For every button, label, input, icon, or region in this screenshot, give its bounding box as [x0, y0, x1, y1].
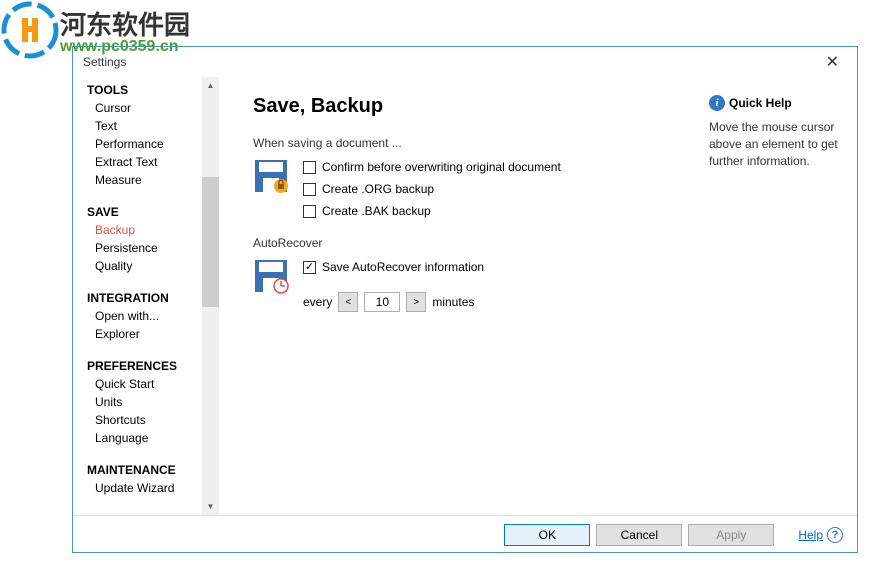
help-icon[interactable]: ? [827, 527, 843, 543]
nav-item-language[interactable]: Language [87, 429, 219, 447]
panel-title: Save, Backup [253, 95, 709, 118]
nav-heading-preferences: PREFERENCES [87, 357, 219, 375]
scroll-up-arrow[interactable]: ▲ [202, 77, 219, 94]
title-bar: Settings ✕ [73, 47, 857, 77]
every-label: every [303, 295, 332, 309]
save-autorecover-checkbox[interactable] [303, 261, 316, 274]
autorecover-section-label: AutoRecover [253, 236, 709, 250]
create-org-label: Create .ORG backup [322, 182, 434, 196]
quick-help-title: Quick Help [729, 96, 792, 110]
nav-item-units[interactable]: Units [87, 393, 219, 411]
apply-button[interactable]: Apply [688, 524, 774, 546]
settings-sidebar: TOOLS Cursor Text Performance Extract Te… [73, 77, 219, 515]
nav-item-update-wizard[interactable]: Update Wizard [87, 479, 219, 497]
settings-dialog: Settings ✕ TOOLS Cursor Text Performance… [72, 46, 858, 553]
nav-item-backup[interactable]: Backup [87, 221, 219, 239]
confirm-overwrite-label: Confirm before overwriting original docu… [322, 160, 561, 174]
info-icon: i [709, 95, 725, 111]
floppy-clock-icon [253, 258, 289, 294]
scroll-down-arrow[interactable]: ▼ [202, 498, 219, 515]
button-bar: OK Cancel Apply Help ? [73, 515, 857, 553]
quick-help-text: Move the mouse cursor above an element t… [709, 119, 843, 169]
scroll-thumb[interactable] [202, 177, 219, 307]
nav-heading-integration: INTEGRATION [87, 289, 219, 307]
nav-item-explorer[interactable]: Explorer [87, 325, 219, 343]
confirm-overwrite-checkbox[interactable] [303, 161, 316, 174]
dialog-title: Settings [83, 55, 126, 69]
watermark-url: www.pc0359.cn [60, 38, 179, 56]
nav-item-shortcuts[interactable]: Shortcuts [87, 411, 219, 429]
nav-item-text[interactable]: Text [87, 117, 219, 135]
nav-heading-maintenance: MAINTENANCE [87, 461, 219, 479]
ok-button[interactable]: OK [504, 524, 590, 546]
nav-item-cursor[interactable]: Cursor [87, 99, 219, 117]
nav-heading-save: SAVE [87, 203, 219, 221]
create-bak-checkbox[interactable] [303, 205, 316, 218]
nav-item-extract-text[interactable]: Extract Text [87, 153, 219, 171]
create-bak-label: Create .BAK backup [322, 204, 431, 218]
interval-increase-button[interactable]: > [406, 292, 426, 312]
cancel-button[interactable]: Cancel [596, 524, 682, 546]
minutes-label: minutes [432, 295, 474, 309]
nav-item-performance[interactable]: Performance [87, 135, 219, 153]
nav-item-persistence[interactable]: Persistence [87, 239, 219, 257]
close-button[interactable]: ✕ [818, 50, 847, 74]
sidebar-scrollbar[interactable]: ▲ ▼ [202, 77, 219, 515]
save-autorecover-label: Save AutoRecover information [322, 260, 484, 274]
main-panel: Save, Backup When saving a document ... … [219, 77, 709, 515]
interval-decrease-button[interactable]: < [338, 292, 358, 312]
nav-item-quick-start[interactable]: Quick Start [87, 375, 219, 393]
nav-heading-tools: TOOLS [87, 81, 219, 99]
nav-item-quality[interactable]: Quality [87, 257, 219, 275]
help-link[interactable]: Help [798, 528, 823, 542]
floppy-lock-icon [253, 158, 289, 194]
watermark-text: 河东软件园 [60, 5, 190, 42]
interval-value[interactable]: 10 [364, 292, 400, 312]
saving-section-label: When saving a document ... [253, 136, 709, 150]
create-org-checkbox[interactable] [303, 183, 316, 196]
watermark-logo [0, 0, 60, 60]
quick-help-panel: i Quick Help Move the mouse cursor above… [709, 77, 857, 515]
nav-item-measure[interactable]: Measure [87, 171, 219, 189]
nav-item-open-with[interactable]: Open with... [87, 307, 219, 325]
